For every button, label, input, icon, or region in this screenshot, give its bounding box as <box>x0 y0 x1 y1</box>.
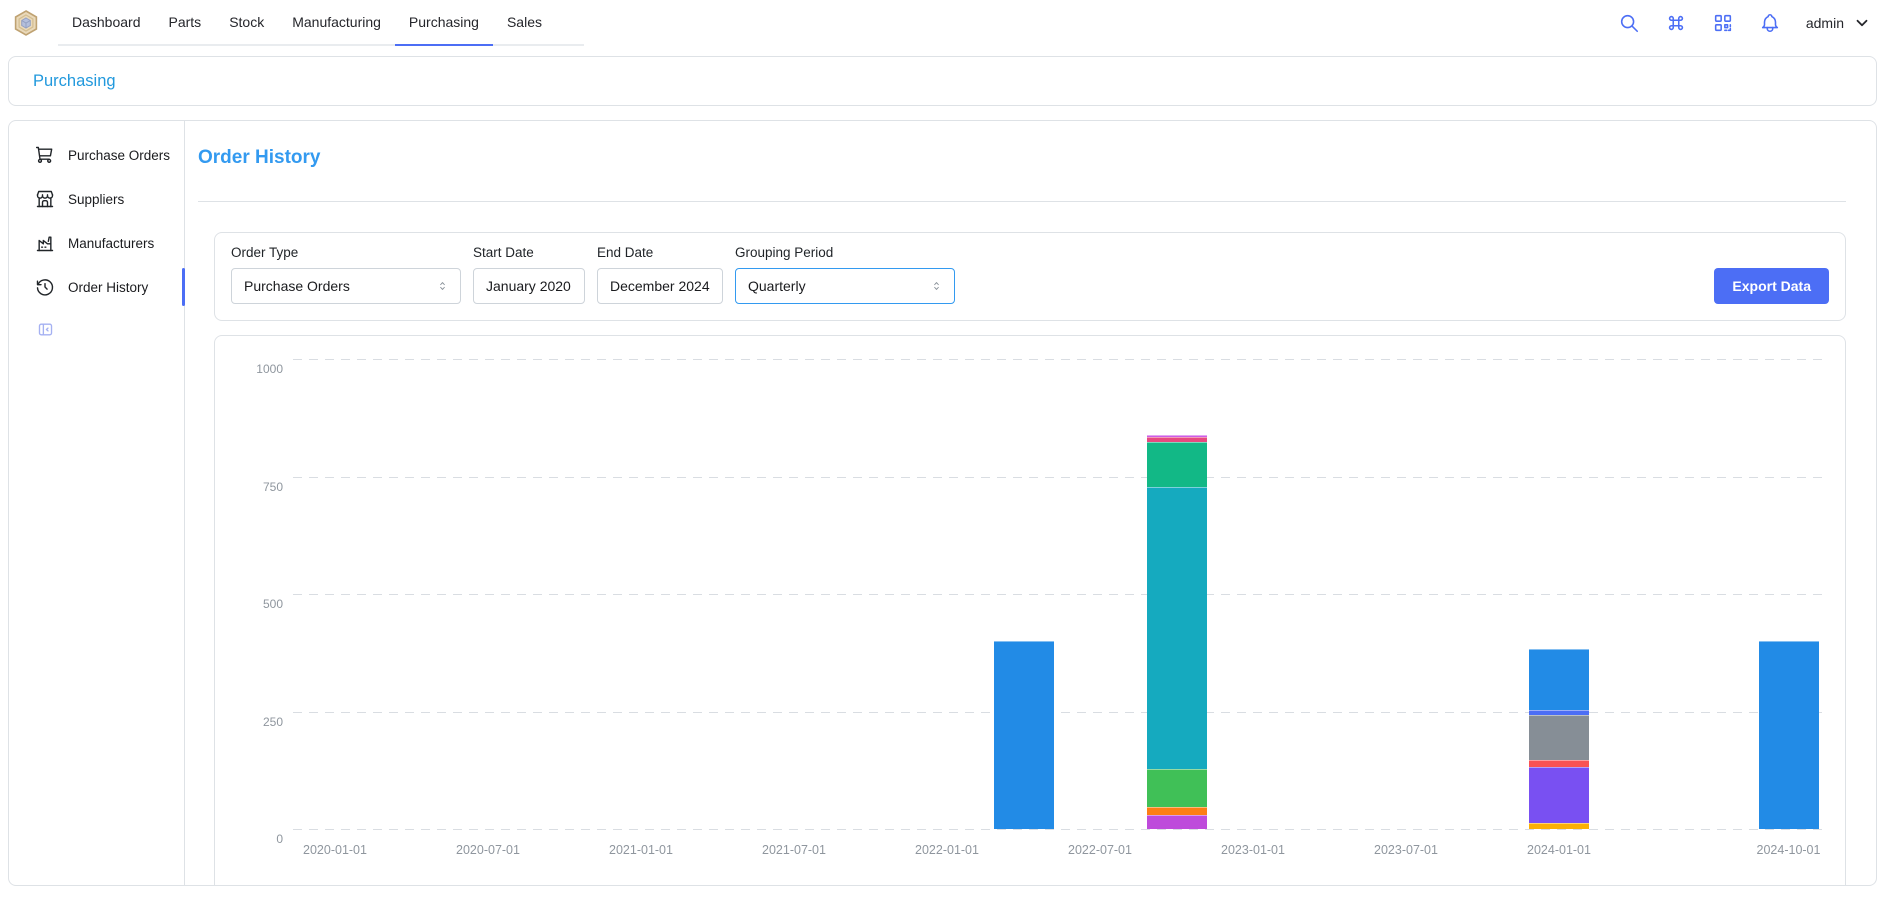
grouping-period-field: Grouping Period Quarterly <box>735 245 955 304</box>
content-area: Order History Order Type Purchase Orders… <box>185 121 1876 885</box>
breadcrumb-link-purchasing[interactable]: Purchasing <box>33 72 116 91</box>
gridline-y-500 <box>293 594 1825 595</box>
page-title: Order History <box>198 147 1846 169</box>
nav-tab-dashboard[interactable]: Dashboard <box>58 0 155 44</box>
x-axis-tick-2024-10-01: 2024-10-01 <box>1724 843 1847 857</box>
nav-tab-sales[interactable]: Sales <box>493 0 556 44</box>
header-actions: admin <box>1618 12 1871 34</box>
selector-chevrons-icon <box>437 277 448 295</box>
nav-tab-stock[interactable]: Stock <box>215 0 278 44</box>
sidebar-item-purchase-orders[interactable]: Purchase Orders <box>9 133 184 177</box>
x-axis-tick-2021-07-01: 2021-07-01 <box>729 843 859 857</box>
x-axis-tick-2023-01-01: 2023-01-01 <box>1188 843 1318 857</box>
x-axis-tick-2022-07-01: 2022-07-01 <box>1035 843 1165 857</box>
chart-bar-2022-04-01-segment[interactable] <box>994 641 1054 829</box>
factory-icon <box>35 233 55 253</box>
supplier-store-icon <box>35 189 55 209</box>
title-divider <box>198 201 1846 202</box>
x-axis-tick-2021-01-01: 2021-01-01 <box>576 843 706 857</box>
filter-panel: Order Type Purchase Orders Start Date Ja… <box>214 232 1846 321</box>
nav-tab-parts[interactable]: Parts <box>155 0 216 44</box>
x-axis-tick-2020-01-01: 2020-01-01 <box>270 843 400 857</box>
chart-bar-2022-10-01-segment[interactable] <box>1147 442 1207 487</box>
selector-chevrons-icon <box>931 277 942 295</box>
breadcrumb: Purchasing <box>8 56 1877 106</box>
x-axis-tick-2023-07-01: 2023-07-01 <box>1341 843 1471 857</box>
start-date-label: Start Date <box>473 245 585 260</box>
start-date-input[interactable]: January 2020 <box>473 268 585 304</box>
y-axis-tick-1000: 1000 <box>215 362 283 376</box>
order-type-label: Order Type <box>231 245 461 260</box>
username-label: admin <box>1806 15 1844 31</box>
grouping-period-label: Grouping Period <box>735 245 955 260</box>
search-icon[interactable] <box>1618 12 1640 34</box>
chart-bar-2022-10-01-segment[interactable] <box>1147 487 1207 769</box>
qr-scan-icon[interactable] <box>1712 12 1734 34</box>
y-axis-tick-500: 500 <box>215 597 283 611</box>
chart-bar-2024-01-01-segment[interactable] <box>1529 760 1589 767</box>
history-icon <box>35 277 55 297</box>
chart-bar-2022-10-01-segment[interactable] <box>1147 769 1207 807</box>
order-type-field: Order Type Purchase Orders <box>231 245 461 304</box>
chart-bar-2022-10-01-segment[interactable] <box>1147 807 1207 815</box>
nav-tab-manufacturing[interactable]: Manufacturing <box>278 0 395 44</box>
x-axis-tick-2024-01-01: 2024-01-01 <box>1494 843 1624 857</box>
chart-bar-2024-01-01-segment[interactable] <box>1529 649 1589 709</box>
gridline-y-0 <box>293 829 1825 830</box>
x-axis-tick-2022-01-01: 2022-01-01 <box>882 843 1012 857</box>
sidebar-collapse-icon[interactable] <box>37 321 54 338</box>
export-data-button[interactable]: Export Data <box>1714 268 1829 304</box>
chart-bar-2024-01-01-segment[interactable] <box>1529 710 1589 715</box>
chevron-down-icon <box>1853 14 1871 32</box>
main-panel: Purchase Orders Suppliers Manufacturers … <box>8 120 1877 886</box>
end-date-input[interactable]: December 2024 <box>597 268 723 304</box>
nav-tab-purchasing[interactable]: Purchasing <box>395 0 493 46</box>
end-date-label: End Date <box>597 245 723 260</box>
main-nav: Dashboard Parts Stock Manufacturing Purc… <box>58 0 584 46</box>
y-axis-tick-750: 750 <box>215 480 283 494</box>
chart-bar-2022-10-01-segment[interactable] <box>1147 437 1207 442</box>
chart-bar-2024-01-01-segment[interactable] <box>1529 767 1589 823</box>
order-history-chart[interactable]: 025050075010002020-01-012020-07-012021-0… <box>214 335 1846 886</box>
gridline-y-1000 <box>293 359 1825 360</box>
user-menu[interactable]: admin <box>1806 14 1871 32</box>
app-header: Dashboard Parts Stock Manufacturing Purc… <box>0 0 1885 46</box>
shopping-cart-icon <box>35 145 55 165</box>
sidebar: Purchase Orders Suppliers Manufacturers … <box>9 121 185 885</box>
y-axis-tick-250: 250 <box>215 715 283 729</box>
notifications-icon[interactable] <box>1759 12 1781 34</box>
gridline-y-750 <box>293 477 1825 478</box>
sidebar-item-order-history[interactable]: Order History <box>9 265 184 309</box>
start-date-field: Start Date January 2020 <box>473 245 585 304</box>
chart-bar-2024-01-01-segment[interactable] <box>1529 823 1589 829</box>
end-date-field: End Date December 2024 <box>597 245 723 304</box>
chart-bar-2022-10-01-segment[interactable] <box>1147 815 1207 829</box>
chart-bar-2022-10-01-segment[interactable] <box>1147 435 1207 438</box>
order-type-select[interactable]: Purchase Orders <box>231 268 461 304</box>
x-axis-tick-2020-07-01: 2020-07-01 <box>423 843 553 857</box>
chart-bar-2024-10-01-segment[interactable] <box>1759 641 1819 829</box>
gridline-y-250 <box>293 712 1825 713</box>
app-logo-icon[interactable] <box>12 9 40 37</box>
grouping-period-select[interactable]: Quarterly <box>735 268 955 304</box>
command-icon[interactable] <box>1665 12 1687 34</box>
sidebar-item-suppliers[interactable]: Suppliers <box>9 177 184 221</box>
sidebar-item-manufacturers[interactable]: Manufacturers <box>9 221 184 265</box>
chart-bar-2024-01-01-segment[interactable] <box>1529 715 1589 760</box>
